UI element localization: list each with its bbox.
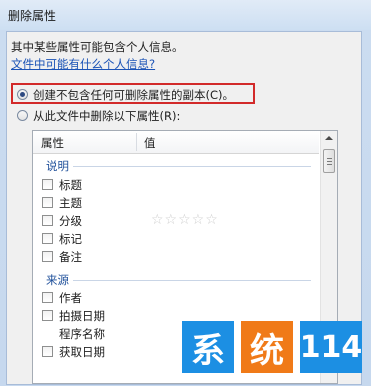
create-copy-radio[interactable] [17,89,28,100]
grip-line [327,161,332,162]
rating-checkbox[interactable] [42,215,53,226]
intro-text: 其中某些属性可能包含个人信息。 [11,40,184,54]
property-rating: 分级 [59,214,82,228]
author-checkbox[interactable] [42,292,53,303]
value-column-header[interactable]: 值 [144,135,156,151]
subject-checkbox[interactable] [42,197,53,208]
personal-info-link[interactable]: 文件中可能有什么个人信息? [11,56,155,72]
window-title: 删除属性 [8,9,57,23]
column-separator[interactable] [136,133,137,151]
property-date-acquired: 获取日期 [59,345,105,359]
create-copy-label[interactable]: 创建不包含任何可删除属性的副本(C)。 [33,87,234,103]
date-acquired-checkbox[interactable] [42,346,53,357]
column-header: 属性 值 [33,131,319,154]
comments-checkbox[interactable] [42,251,53,262]
remove-properties-label[interactable]: 从此文件中删除以下属性(R): [33,108,180,124]
property-date-taken: 拍摄日期 [59,309,105,323]
watermark-char: 统 [241,321,293,373]
watermark-logo: 系 统 114 [182,321,362,373]
property-comments: 备注 [59,250,82,264]
property-tags: 标记 [59,232,82,246]
remove-properties-radio[interactable] [17,110,28,121]
property-column-header[interactable]: 属性 [41,135,64,151]
watermark-char: 系 [182,321,234,373]
grip-line [327,164,332,165]
group-divider [73,166,311,167]
title-checkbox[interactable] [42,179,53,190]
group-origin-header: 来源 [46,273,69,287]
title-bar[interactable]: 删除属性 [0,0,371,30]
property-author: 作者 [59,291,82,305]
tags-checkbox[interactable] [42,233,53,244]
watermark-number: 114 [300,321,362,373]
scroll-up-arrow-icon[interactable] [325,136,333,140]
property-program-name: 程序名称 [59,327,105,341]
property-subject: 主题 [59,196,82,210]
scroll-thumb[interactable] [323,149,335,173]
group-divider [73,280,311,281]
date-taken-checkbox[interactable] [42,310,53,321]
group-description-header: 说明 [46,159,69,173]
grip-line [327,158,332,159]
property-title: 标题 [59,178,82,192]
rating-stars[interactable]: ☆☆☆☆☆ [151,212,219,228]
